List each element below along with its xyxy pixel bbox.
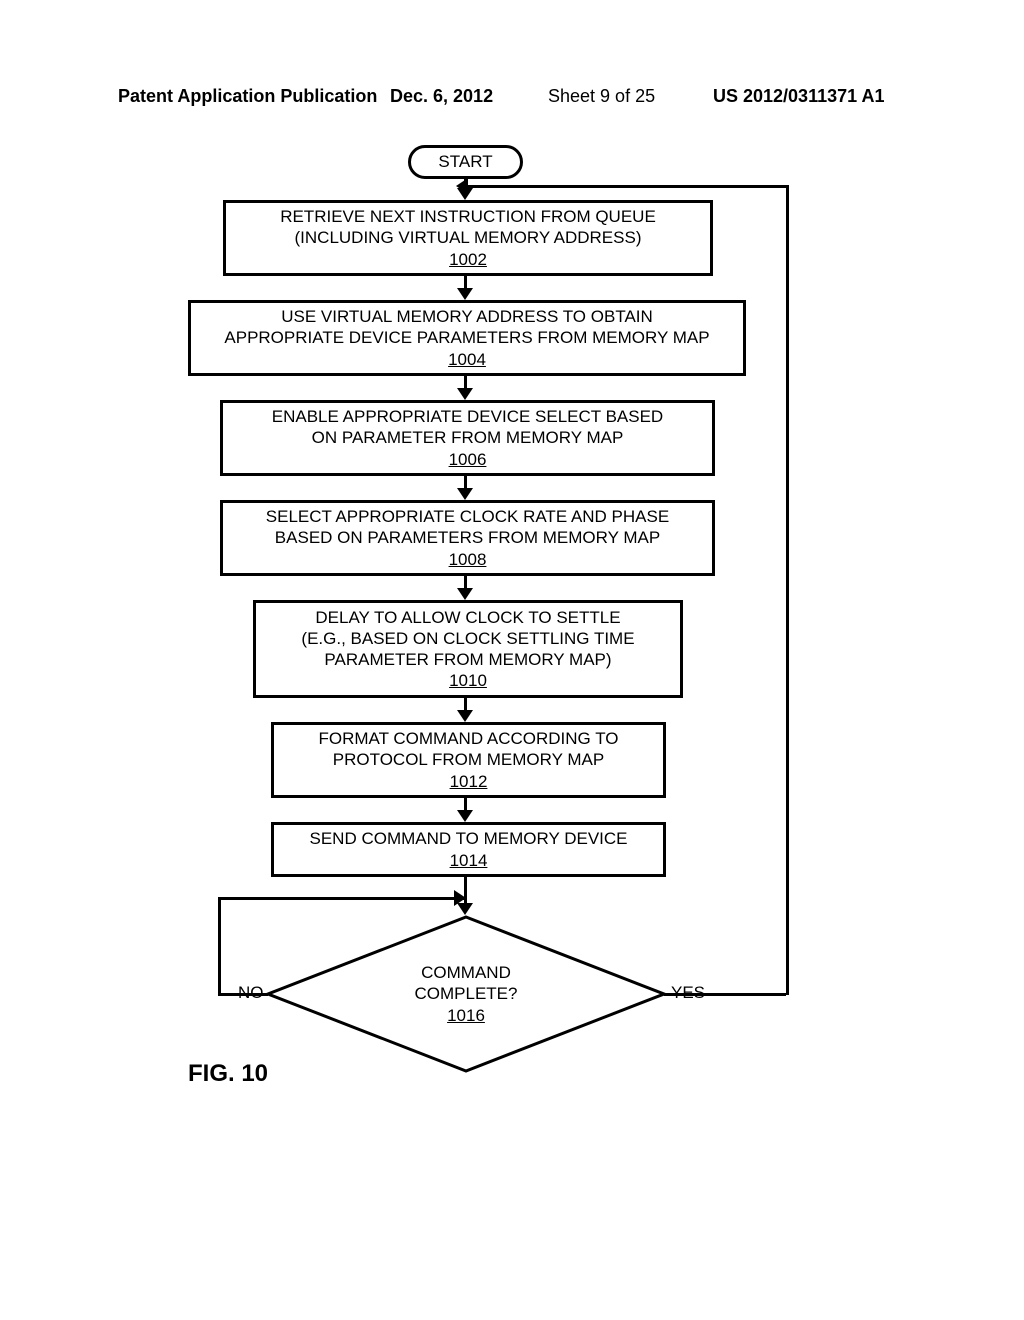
arrow-head-icon xyxy=(457,288,473,300)
header-pub: US 2012/0311371 A1 xyxy=(713,86,884,107)
no-loop-top xyxy=(218,897,464,900)
ref-num: 1016 xyxy=(447,1005,485,1026)
text-line: ENABLE APPROPRIATE DEVICE SELECT BASED xyxy=(272,406,663,427)
start-label: START xyxy=(438,152,492,172)
ref-num: 1004 xyxy=(448,349,486,370)
arrow-head-icon xyxy=(457,810,473,822)
text-line: DELAY TO ALLOW CLOCK TO SETTLE xyxy=(315,607,620,628)
ref-num: 1006 xyxy=(449,449,487,470)
figure-label: FIG. 10 xyxy=(188,1060,268,1088)
process-1004: USE VIRTUAL MEMORY ADDRESS TO OBTAIN APP… xyxy=(188,300,746,376)
text-line: PARAMETER FROM MEMORY MAP) xyxy=(324,649,611,670)
arrow-head-icon xyxy=(456,178,468,194)
arrow-head-icon xyxy=(457,488,473,500)
ref-num: 1002 xyxy=(449,249,487,270)
text-line: USE VIRTUAL MEMORY ADDRESS TO OBTAIN xyxy=(281,306,653,327)
yes-line-v xyxy=(786,185,789,995)
text-line: APPROPRIATE DEVICE PARAMETERS FROM MEMOR… xyxy=(224,327,709,348)
text-line: SEND COMMAND TO MEMORY DEVICE xyxy=(309,828,627,849)
process-1008: SELECT APPROPRIATE CLOCK RATE AND PHASE … xyxy=(220,500,715,576)
text-line: COMPLETE? xyxy=(415,983,518,1004)
decision-1016: COMMAND COMPLETE? 1016 xyxy=(266,915,666,1073)
decision-text: COMMAND COMPLETE? 1016 xyxy=(266,915,666,1073)
yes-line-h xyxy=(664,993,786,996)
text-line: BASED ON PARAMETERS FROM MEMORY MAP xyxy=(275,527,660,548)
text-line: SELECT APPROPRIATE CLOCK RATE AND PHASE xyxy=(266,506,669,527)
arrow-head-icon xyxy=(454,890,466,906)
process-1014: SEND COMMAND TO MEMORY DEVICE 1014 xyxy=(271,822,666,877)
process-1002: RETRIEVE NEXT INSTRUCTION FROM QUEUE (IN… xyxy=(223,200,713,276)
text-line: RETRIEVE NEXT INSTRUCTION FROM QUEUE xyxy=(280,206,656,227)
text-line: FORMAT COMMAND ACCORDING TO xyxy=(318,728,618,749)
ref-num: 1014 xyxy=(450,850,488,871)
no-line-v xyxy=(218,897,221,995)
process-1012: FORMAT COMMAND ACCORDING TO PROTOCOL FRO… xyxy=(271,722,666,798)
feedback-line-top xyxy=(466,185,788,188)
ref-num: 1010 xyxy=(449,670,487,691)
arrow-head-icon xyxy=(457,388,473,400)
ref-num: 1008 xyxy=(449,549,487,570)
text-line: PROTOCOL FROM MEMORY MAP xyxy=(333,749,604,770)
arrow-head-icon xyxy=(457,588,473,600)
no-line-h xyxy=(218,993,268,996)
text-line: COMMAND xyxy=(421,962,511,983)
text-line: ON PARAMETER FROM MEMORY MAP xyxy=(312,427,624,448)
header-left: Patent Application Publication xyxy=(118,86,377,107)
process-1006: ENABLE APPROPRIATE DEVICE SELECT BASED O… xyxy=(220,400,715,476)
header-sheet: Sheet 9 of 25 xyxy=(548,86,655,107)
start-terminator: START xyxy=(408,145,523,179)
text-line: (E.G., BASED ON CLOCK SETTLING TIME xyxy=(301,628,634,649)
process-1010: DELAY TO ALLOW CLOCK TO SETTLE (E.G., BA… xyxy=(253,600,683,698)
text-line: (INCLUDING VIRTUAL MEMORY ADDRESS) xyxy=(295,227,642,248)
arrow-head-icon xyxy=(457,710,473,722)
ref-num: 1012 xyxy=(450,771,488,792)
header-date: Dec. 6, 2012 xyxy=(390,86,493,107)
